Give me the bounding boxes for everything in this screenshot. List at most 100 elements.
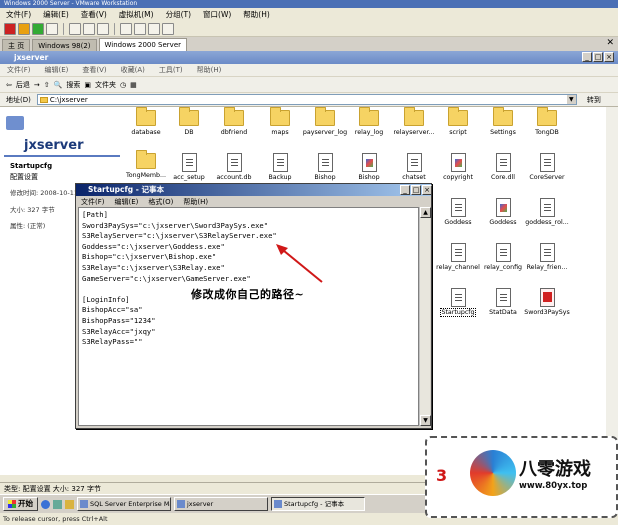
explorer-menu-bar: 文件(F) 编辑(E) 查看(V) 收藏(A) 工具(T) 帮助(H) bbox=[0, 64, 618, 77]
address-label: 地址(D) bbox=[6, 95, 31, 104]
stop-icon[interactable] bbox=[4, 22, 16, 35]
exp-menu-favorites[interactable]: 收藏(A) bbox=[114, 65, 152, 75]
quicklaunch-explorer-icon[interactable] bbox=[65, 499, 74, 509]
vmware-menu-bar: 文件(F) 编辑(E) 查看(V) 虚拟机(M) 分组(T) 窗口(W) 帮助(… bbox=[0, 8, 618, 21]
exp-menu-help[interactable]: 帮助(H) bbox=[190, 65, 229, 75]
minimize-icon[interactable]: _ bbox=[582, 52, 592, 62]
db-file-icon bbox=[226, 153, 242, 172]
go-button[interactable]: 转到 bbox=[587, 95, 601, 105]
close-tab-icon[interactable]: ✕ bbox=[606, 38, 614, 48]
play-icon[interactable] bbox=[32, 22, 44, 35]
watermark-digit: 3 bbox=[436, 466, 448, 485]
folder-icon bbox=[537, 107, 557, 126]
watermark-logo-icon bbox=[470, 450, 516, 496]
start-button[interactable]: 开始 bbox=[3, 497, 38, 511]
tab-home[interactable]: 主 页 bbox=[2, 39, 31, 51]
exp-menu-view[interactable]: 查看(V) bbox=[75, 65, 113, 75]
selected-file-attrs: 属性: (正常) bbox=[10, 222, 46, 230]
search-icon[interactable]: 🔍 bbox=[54, 81, 63, 89]
maximize-icon[interactable]: □ bbox=[411, 185, 421, 195]
exe-icon bbox=[361, 153, 377, 172]
watermark-url: www.80yx.top bbox=[519, 481, 588, 491]
np-menu-help[interactable]: 帮助(H) bbox=[178, 197, 213, 207]
menu-view[interactable]: 查看(V) bbox=[75, 8, 113, 21]
scroll-up-icon[interactable]: ▲ bbox=[420, 207, 431, 218]
menu-file[interactable]: 文件(F) bbox=[0, 8, 37, 21]
summary-icon[interactable] bbox=[148, 22, 160, 35]
file-icon bbox=[495, 288, 511, 307]
exp-menu-file[interactable]: 文件(F) bbox=[0, 65, 38, 75]
snapshot-icon[interactable] bbox=[69, 22, 81, 35]
list-item[interactable]: TongDB bbox=[517, 107, 577, 136]
tab-windows98[interactable]: Windows 98(2) bbox=[32, 39, 97, 51]
exp-menu-edit[interactable]: 编辑(E) bbox=[38, 65, 76, 75]
selected-file-size: 大小: 327 字节 bbox=[10, 206, 55, 214]
folder-icon bbox=[404, 107, 424, 126]
menu-help[interactable]: 帮助(H) bbox=[237, 8, 276, 21]
menu-vm[interactable]: 虚拟机(M) bbox=[113, 8, 160, 21]
tab-windows2000[interactable]: Windows 2000 Server bbox=[98, 38, 187, 51]
close-icon[interactable]: × bbox=[604, 52, 614, 62]
back-arrow-icon[interactable]: ⇦ bbox=[6, 81, 12, 89]
quicklaunch-ie-icon[interactable] bbox=[41, 499, 50, 509]
folders-button[interactable]: 文件夹 bbox=[95, 80, 116, 90]
watermark-brand: 八零游戏 bbox=[519, 459, 591, 480]
pause-icon[interactable] bbox=[18, 22, 30, 35]
np-menu-edit[interactable]: 编辑(E) bbox=[110, 197, 144, 207]
left-pane-divider bbox=[4, 155, 120, 157]
up-folder-icon[interactable]: ⇧ bbox=[44, 81, 50, 89]
forward-arrow-icon[interactable]: → bbox=[34, 81, 40, 89]
close-icon[interactable]: × bbox=[422, 185, 432, 195]
manage-snapshots-icon[interactable] bbox=[97, 22, 109, 35]
list-item[interactable]: Relay_frien... bbox=[517, 243, 577, 271]
back-button[interactable]: 后退 bbox=[16, 80, 30, 90]
list-item[interactable]: goddess_rol... bbox=[517, 198, 577, 226]
menu-team[interactable]: 分组(T) bbox=[160, 8, 197, 21]
maximize-icon[interactable]: □ bbox=[593, 52, 603, 62]
notepad-scrollbar[interactable]: ▲ ▼ bbox=[419, 207, 431, 426]
notepad-text-area[interactable]: [Path] Sword3PaySys="c:\jxserver\Sword3P… bbox=[78, 207, 419, 426]
reset-icon[interactable] bbox=[46, 22, 58, 35]
minimize-icon[interactable]: _ bbox=[400, 185, 410, 195]
history-icon[interactable]: ◷ bbox=[120, 81, 126, 89]
search-button[interactable]: 搜索 bbox=[66, 80, 80, 90]
file-icon bbox=[539, 243, 555, 262]
views-icon[interactable]: ▦ bbox=[130, 81, 137, 89]
explorer-window-controls: _ □ × bbox=[582, 52, 614, 62]
address-input[interactable]: C:\jxserver ▼ bbox=[36, 94, 577, 105]
exp-menu-tools[interactable]: 工具(T) bbox=[152, 65, 190, 75]
vm-tab-bar: 主 页 Windows 98(2) Windows 2000 Server bbox=[0, 37, 618, 51]
task-sql-server[interactable]: SQL Server Enterprise Ma... bbox=[77, 497, 171, 511]
menu-edit[interactable]: 编辑(E) bbox=[37, 8, 75, 21]
np-menu-format[interactable]: 格式(O) bbox=[143, 197, 178, 207]
task-jxserver[interactable]: jxserver bbox=[174, 497, 268, 511]
notepad-title: Startupcfg - 记事本 bbox=[76, 184, 431, 196]
selected-file-modified: 修改时间: 2008-10-11 bbox=[10, 189, 79, 197]
explorer-scrollbar[interactable] bbox=[606, 107, 618, 475]
list-item[interactable]: Sword3PaySys bbox=[517, 288, 577, 316]
chevron-down-icon[interactable]: ▼ bbox=[566, 95, 576, 104]
np-menu-file[interactable]: 文件(F) bbox=[76, 197, 110, 207]
address-bar: 地址(D) C:\jxserver ▼ 转到 bbox=[0, 93, 618, 107]
menu-window[interactable]: 窗口(W) bbox=[197, 8, 237, 21]
left-pane-title: jxserver bbox=[24, 138, 84, 153]
console-icon[interactable] bbox=[162, 22, 174, 35]
quickswitch-icon[interactable] bbox=[134, 22, 146, 35]
explorer-toolbar: ⇦ 后退 → ⇧ 🔍 搜索 ▣ 文件夹 ◷ ▦ bbox=[0, 77, 618, 93]
toolbar-separator bbox=[63, 22, 64, 35]
fullscreen-icon[interactable] bbox=[120, 22, 132, 35]
folder-icon bbox=[493, 107, 513, 126]
quicklaunch-desktop-icon[interactable] bbox=[53, 499, 62, 509]
folder-icon bbox=[359, 107, 379, 126]
folder-icon bbox=[224, 107, 244, 126]
file-icon bbox=[495, 243, 511, 262]
revert-icon[interactable] bbox=[83, 22, 95, 35]
folder-icon bbox=[39, 97, 48, 103]
folders-icon[interactable]: ▣ bbox=[84, 81, 91, 89]
address-value: C:\jxserver bbox=[49, 96, 88, 104]
file-icon bbox=[450, 153, 466, 172]
annotation-arrow-icon bbox=[276, 244, 323, 283]
list-item[interactable]: CoreServer bbox=[517, 153, 577, 181]
task-notepad[interactable]: Startupcfg - 记事本 bbox=[271, 497, 365, 511]
scroll-down-icon[interactable]: ▼ bbox=[420, 415, 431, 426]
